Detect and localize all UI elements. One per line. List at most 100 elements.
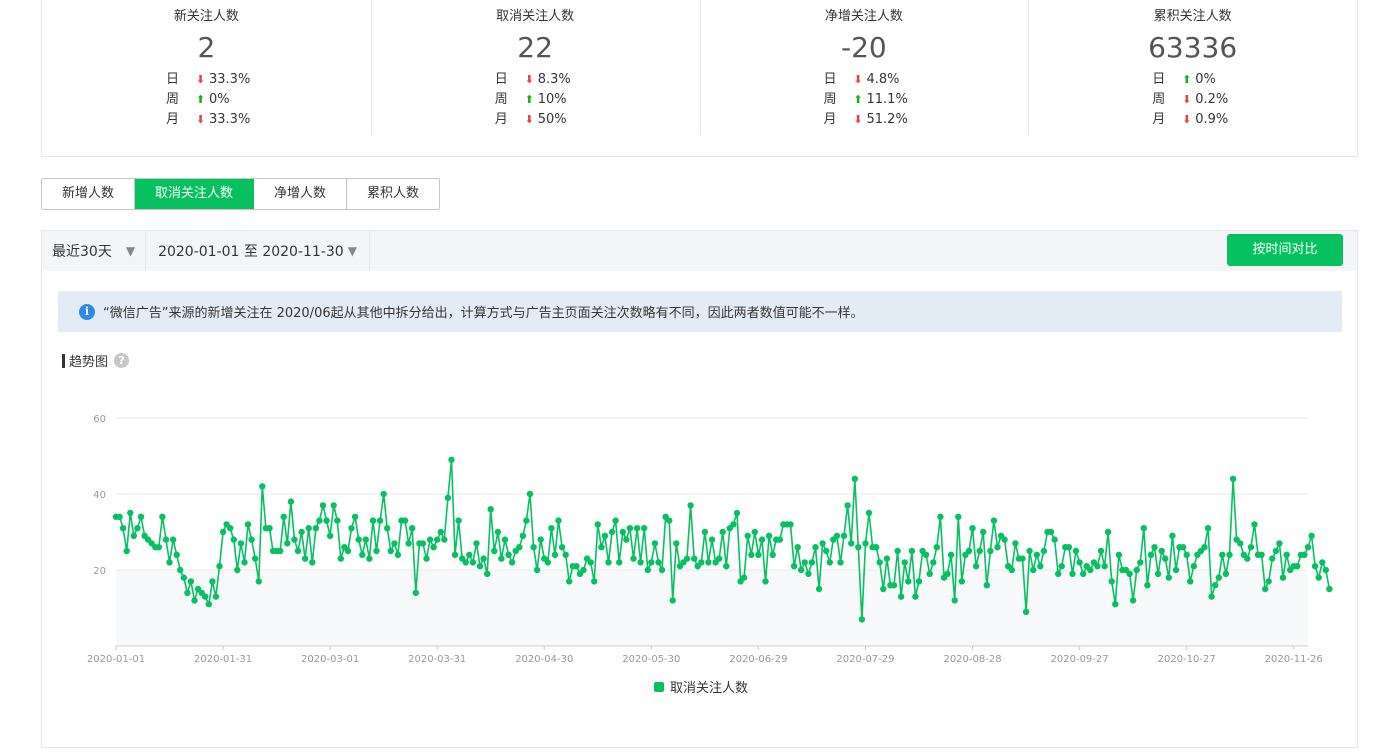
data-point — [401, 517, 409, 524]
data-point — [123, 547, 130, 555]
data-point — [294, 547, 302, 555]
data-point — [876, 559, 883, 566]
data-point — [637, 559, 644, 566]
data-point — [1051, 536, 1058, 543]
tab-0[interactable]: 新增人数 — [42, 179, 136, 209]
x-tick-label: 2020-07-29 — [836, 654, 894, 665]
data-point — [1229, 475, 1237, 482]
data-point — [173, 551, 180, 558]
data-point — [1104, 528, 1112, 536]
stat-changes: 日 ⬇ 33.3% 周 ⬆ 0% 月 ⬇ 33.3% — [42, 70, 371, 130]
x-tick-label: 2020-01-31 — [194, 654, 252, 665]
data-point — [890, 582, 898, 589]
arrow-down-icon: ⬇ — [195, 113, 206, 126]
data-point — [476, 563, 484, 570]
data-point — [430, 544, 437, 551]
data-point — [227, 525, 234, 532]
data-point — [1162, 555, 1169, 562]
data-point — [705, 559, 712, 566]
period-label: 日 — [166, 72, 180, 87]
data-point — [794, 544, 801, 551]
data-point — [823, 547, 830, 555]
data-point — [755, 551, 762, 558]
data-point — [619, 528, 626, 536]
data-point — [626, 525, 634, 532]
tab-3[interactable]: 累积人数 — [347, 179, 440, 209]
data-point — [362, 536, 369, 543]
data-point — [669, 597, 676, 604]
data-point — [740, 574, 748, 581]
data-point — [1326, 585, 1333, 593]
stat-change-row: 周 ⬆ 10% — [495, 90, 700, 110]
data-point — [1030, 566, 1037, 574]
stat-change-row: 月 ⬇ 0.9% — [1152, 110, 1357, 130]
data-point — [1001, 536, 1008, 543]
data-point — [241, 559, 248, 566]
data-point — [1179, 544, 1187, 551]
x-tick-label: 2020-06-29 — [729, 654, 787, 665]
data-point — [1140, 525, 1148, 532]
data-point — [1022, 608, 1030, 615]
data-point — [244, 521, 252, 528]
x-tick-label: 2020-03-31 — [408, 654, 466, 665]
stat-title: 取消关注人数 — [496, 9, 575, 24]
stat-change-row: 月 ⬇ 51.2% — [824, 110, 1029, 130]
stat-title: 净增关注人数 — [824, 9, 903, 24]
data-point — [451, 551, 459, 558]
chart-legend[interactable]: 取消关注人数 — [654, 677, 748, 696]
data-point — [594, 521, 601, 528]
data-point — [426, 536, 434, 543]
data-point — [1322, 566, 1330, 574]
data-point — [1244, 555, 1251, 562]
data-point — [162, 536, 170, 543]
data-point — [287, 498, 295, 505]
data-point — [790, 563, 798, 570]
data-point — [1172, 566, 1180, 574]
data-point — [484, 570, 491, 577]
data-point — [633, 525, 641, 532]
data-point — [1215, 574, 1223, 581]
tab-2[interactable]: 净增人数 — [254, 179, 348, 209]
data-point — [808, 559, 816, 566]
data-point — [1019, 555, 1026, 562]
data-point — [473, 540, 480, 547]
data-point — [805, 570, 812, 577]
data-point — [423, 555, 430, 562]
y-tick-label: 40 — [93, 490, 106, 501]
data-point — [1058, 563, 1065, 570]
data-point — [434, 536, 441, 543]
data-point — [990, 517, 998, 524]
arrow-up-icon: ⬆ — [1182, 73, 1192, 86]
tab-1[interactable]: 取消关注人数 — [135, 179, 255, 209]
arrow-down-icon: ⬇ — [195, 73, 206, 86]
data-point — [1069, 570, 1076, 577]
data-point — [491, 547, 498, 555]
data-point — [851, 475, 858, 482]
data-point — [1047, 528, 1055, 536]
period-label: 日 — [494, 72, 508, 87]
data-point — [880, 585, 887, 593]
change-value: 0.2% — [1195, 92, 1229, 107]
data-point — [1308, 532, 1315, 539]
data-point — [1076, 559, 1083, 566]
data-point — [769, 551, 776, 558]
data-point — [551, 551, 559, 558]
period-label: 周 — [1152, 92, 1166, 107]
data-point — [983, 582, 990, 589]
data-point — [394, 551, 402, 558]
data-point — [137, 513, 145, 520]
period-label: 月 — [166, 112, 180, 127]
data-point — [1115, 551, 1123, 558]
data-point — [748, 551, 755, 558]
data-point — [969, 525, 976, 532]
data-point — [580, 566, 587, 574]
data-point — [169, 536, 177, 543]
x-tick-label: 2020-10-27 — [1158, 654, 1216, 665]
data-point — [1126, 570, 1133, 577]
data-point — [855, 544, 862, 551]
data-point — [915, 578, 923, 585]
stat-card: 新关注人数 2 日 ⬇ 33.3% 周 ⬆ 0% 月 ⬇ 33.3% — [42, 0, 371, 156]
data-point — [894, 547, 901, 555]
data-point — [284, 540, 291, 547]
period-label: 日 — [823, 72, 837, 87]
